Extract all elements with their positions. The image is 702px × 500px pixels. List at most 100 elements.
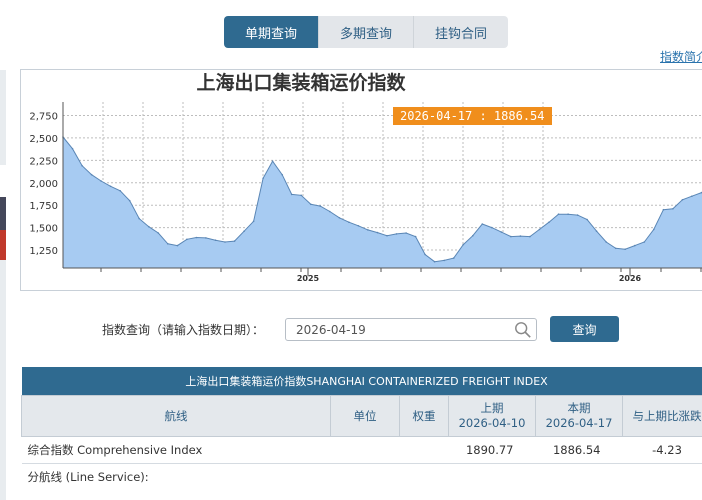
data-point xyxy=(367,229,369,231)
row-unit xyxy=(330,436,400,464)
column-header-previous: 上期 2026-04-10 xyxy=(448,395,536,437)
column-header-current: 本期 2026-04-17 xyxy=(535,395,623,437)
data-point xyxy=(233,240,236,242)
data-point xyxy=(290,193,293,196)
data-point xyxy=(548,221,550,223)
data-point xyxy=(452,257,455,259)
index-chart: 2,750 2,500 2,250 2,000 1,750 1,500 1,250 2025 2… xyxy=(20,69,702,291)
row-weight xyxy=(399,436,449,464)
data-point xyxy=(348,221,350,223)
column-header-route: 航线 xyxy=(21,395,331,437)
data-point xyxy=(262,177,264,180)
data-point xyxy=(691,195,693,197)
column-header-weight: 权重 xyxy=(399,395,449,437)
data-point xyxy=(271,160,274,162)
data-point xyxy=(176,244,179,247)
data-point xyxy=(662,208,665,211)
data-point xyxy=(319,205,322,207)
data-point xyxy=(538,228,541,231)
data-point xyxy=(214,239,217,241)
data-point xyxy=(109,185,112,188)
table-subheading-row: 分航线 (Line Service): xyxy=(22,464,702,491)
data-point xyxy=(128,199,131,202)
data-point xyxy=(138,217,140,220)
y-tick-label: 2,250 xyxy=(29,156,58,167)
data-point xyxy=(81,164,83,167)
tab-single-period[interactable]: 单期查询 xyxy=(224,16,318,48)
row-route: 综合指数 Comprehensive Index xyxy=(21,436,331,464)
tab-linked-contracts[interactable]: 挂钩合同 xyxy=(413,16,508,48)
x-tick-label: 2025 xyxy=(297,274,320,283)
date-field[interactable] xyxy=(285,318,537,341)
y-tick-label: 1,250 xyxy=(29,246,58,257)
y-tick-label: 2,000 xyxy=(29,179,58,190)
data-point xyxy=(595,230,598,232)
data-point xyxy=(510,235,512,238)
data-point xyxy=(500,231,503,233)
row-current: 1886.54 xyxy=(535,436,623,464)
data-point xyxy=(491,226,493,229)
query-mode-tabs: 单期查询 多期查询 挂钩合同 xyxy=(224,16,508,48)
row-change: -4.23 xyxy=(622,436,702,464)
data-point xyxy=(386,234,388,237)
row-previous: 1890.77 xyxy=(448,436,536,464)
page-edge-strip xyxy=(0,260,6,500)
data-point xyxy=(100,180,102,182)
data-point xyxy=(119,190,121,192)
data-point xyxy=(614,247,617,250)
page-edge-strip xyxy=(0,230,6,260)
data-point xyxy=(205,237,207,239)
query-button[interactable]: 查询 xyxy=(550,316,619,342)
data-point xyxy=(414,235,417,238)
data-point xyxy=(71,147,74,150)
column-header-change: 与上期比涨跌 xyxy=(621,395,702,437)
column-header-unit: 单位 xyxy=(330,395,400,437)
date-input[interactable] xyxy=(294,322,513,338)
chart-series xyxy=(62,136,702,268)
data-point xyxy=(681,199,684,201)
data-point xyxy=(243,230,245,232)
data-point xyxy=(672,208,674,210)
index-intro-link[interactable]: 指数简介 xyxy=(660,48,702,65)
data-point xyxy=(624,248,626,250)
y-tick-label: 1,500 xyxy=(29,224,58,235)
data-point xyxy=(167,243,169,245)
data-point xyxy=(653,228,655,231)
data-point xyxy=(529,235,531,238)
data-point xyxy=(424,253,426,256)
chart-tooltip: 2026-04-17 : 1886.54 xyxy=(393,107,552,125)
search-icon[interactable] xyxy=(514,321,532,339)
data-point xyxy=(224,241,226,243)
data-point xyxy=(405,232,407,234)
chart-svg: 2,750 2,500 2,250 2,000 1,750 1,500 1,250 2025 2… xyxy=(29,102,702,283)
data-point xyxy=(576,214,579,216)
data-point xyxy=(329,210,331,213)
data-point xyxy=(90,173,93,176)
data-point xyxy=(357,225,360,227)
data-point xyxy=(195,236,198,239)
table-title: 上海出口集装箱运价指数SHANGHAI CONTAINERIZED FREIGH… xyxy=(21,367,702,396)
data-point xyxy=(605,241,607,243)
data-point xyxy=(395,233,398,235)
data-point xyxy=(519,235,522,237)
freight-index-table: 上海出口集装箱运价指数SHANGHAI CONTAINERIZED FREIGH… xyxy=(21,367,702,490)
page-edge-strip xyxy=(0,197,6,230)
data-point xyxy=(281,173,284,176)
tab-multi-period[interactable]: 多期查询 xyxy=(318,16,413,48)
data-point xyxy=(300,194,303,197)
data-point xyxy=(472,234,474,237)
current-label: 本期 xyxy=(567,401,591,415)
line-service-heading: 分航线 (Line Service): xyxy=(27,470,149,484)
y-tick-label: 2,750 xyxy=(29,111,58,122)
y-tick-label: 1,750 xyxy=(29,201,58,212)
previous-date: 2026-04-10 xyxy=(458,416,526,430)
data-point xyxy=(557,213,560,215)
data-point xyxy=(186,238,188,241)
data-point xyxy=(462,243,465,246)
data-point xyxy=(433,260,436,263)
date-query-label: 指数查询（请输入指数日期）： xyxy=(102,323,265,337)
chart-title: 上海出口集装箱运价指数 xyxy=(21,70,702,96)
data-point xyxy=(567,213,569,215)
previous-label: 上期 xyxy=(480,401,504,415)
data-point xyxy=(634,244,636,247)
